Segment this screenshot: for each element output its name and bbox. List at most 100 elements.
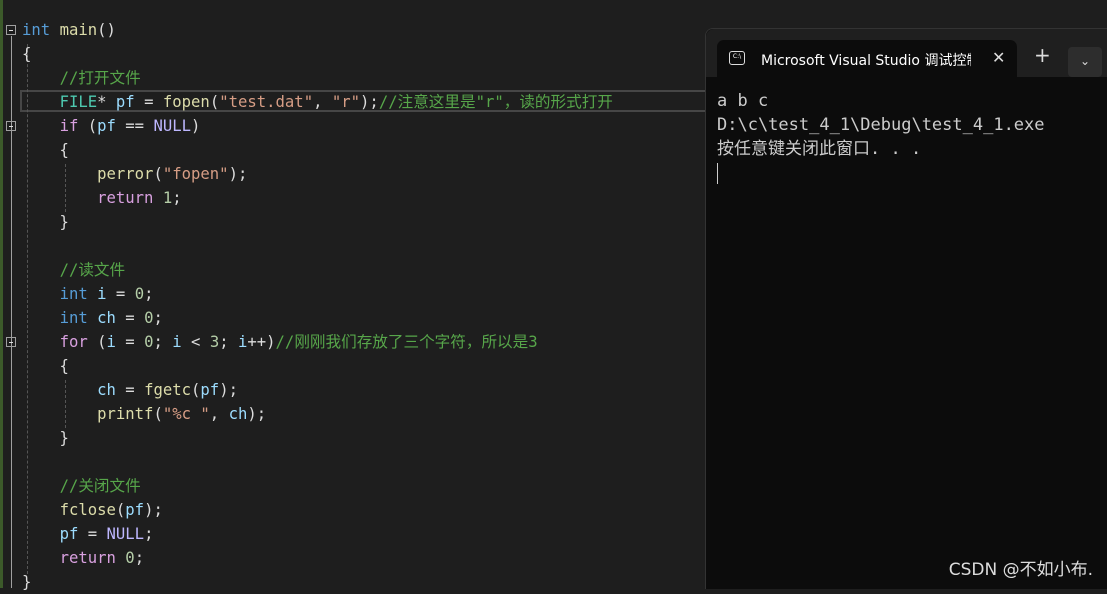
console-tab[interactable]: C:\ Microsoft Visual Studio 调试控制台 ✕	[717, 40, 1017, 77]
code-token: "fopen"	[162, 165, 229, 183]
code-line: pf = NULL;	[22, 522, 154, 546]
text-cursor	[717, 163, 718, 184]
code-token: "r"	[331, 93, 361, 111]
code-token: NULL	[106, 525, 145, 543]
code-token: 0	[125, 549, 135, 567]
code-token: ch	[97, 381, 116, 399]
code-token: =	[78, 525, 107, 543]
tab-bar: C:\ Microsoft Visual Studio 调试控制台 ✕ + ⌄	[706, 29, 1107, 77]
code-line: for (i = 0; i < 3; i++)//刚刚我们存放了三个字符，所以是…	[22, 330, 538, 354]
code-line: }	[22, 570, 31, 594]
debug-console-window[interactable]: C:\ Microsoft Visual Studio 调试控制台 ✕ + ⌄ …	[705, 28, 1107, 589]
output-line: D:\c\test_4_1\Debug\test_4_1.exe	[717, 115, 1045, 135]
code-line: return 0;	[22, 546, 145, 570]
code-token: }	[22, 429, 69, 447]
code-token: ;	[134, 549, 145, 567]
code-token: (	[209, 93, 220, 111]
code-line: //关闭文件	[22, 474, 141, 498]
code-line: printf("%c ", ch);	[22, 402, 266, 426]
code-line: FILE* pf = fopen("test.dat", "r");//注意这里…	[22, 90, 613, 114]
code-token: <	[181, 333, 210, 351]
code-line: if (pf == NULL)	[22, 114, 201, 138]
code-token: {	[22, 45, 32, 63]
code-token: {	[22, 357, 69, 375]
code-token: (	[191, 381, 201, 399]
code-line: fclose(pf);	[22, 498, 163, 522]
code-token: //关闭文件	[59, 477, 141, 495]
code-token: if	[59, 117, 79, 135]
code-token: (	[153, 405, 163, 423]
code-token: );	[219, 381, 238, 399]
code-token: pf	[115, 93, 135, 111]
code-token: int	[22, 21, 51, 39]
code-token: return	[97, 189, 154, 207]
code-token: //打开文件	[59, 69, 141, 87]
code-token: ;	[219, 333, 238, 351]
fold-toggle-if[interactable]	[6, 121, 16, 131]
code-token: 1	[162, 189, 173, 207]
code-token: );	[247, 405, 267, 423]
code-line: {	[22, 138, 69, 162]
code-line: ch = fgetc(pf);	[22, 378, 238, 402]
code-token: //刚刚我们存放了三个字符，所以是3	[275, 333, 538, 351]
code-token: 0	[134, 285, 145, 303]
code-line: }	[22, 426, 69, 450]
code-token: ;	[172, 189, 182, 207]
console-icon: C:\	[729, 51, 745, 65]
code-token: (	[153, 165, 163, 183]
code-token: (	[78, 117, 98, 135]
code-token: ,	[313, 93, 332, 111]
code-token: =	[115, 309, 145, 327]
code-token: fgetc	[144, 381, 192, 399]
code-token: //注意这里是"r"，读的形式打开	[378, 93, 613, 111]
code-token: for	[59, 333, 88, 351]
code-token: int	[59, 285, 88, 303]
dropdown-button[interactable]: ⌄	[1068, 47, 1102, 77]
new-tab-button[interactable]: +	[1034, 43, 1051, 67]
code-editor[interactable]: int main(){ //打开文件 FILE* pf = fopen("tes…	[0, 0, 710, 591]
code-token: "test.dat"	[219, 93, 314, 111]
fold-toggle-main[interactable]	[6, 25, 16, 35]
close-icon[interactable]: ✕	[992, 48, 1005, 67]
code-token: main	[59, 21, 98, 39]
output-line: 按任意键关闭此窗口. . .	[717, 139, 922, 159]
code-line: int ch = 0;	[22, 306, 163, 330]
code-token: =	[115, 381, 145, 399]
code-token: );	[144, 501, 163, 519]
code-token: i	[172, 333, 182, 351]
output-line: a b c	[717, 91, 769, 111]
code-token: ,	[209, 405, 229, 423]
code-token: (	[115, 501, 126, 519]
watermark: CSDN @不如小布.	[948, 560, 1093, 580]
code-line: //打开文件	[22, 66, 141, 90]
code-line: perror("fopen");	[22, 162, 247, 186]
code-token: ;	[144, 285, 154, 303]
code-line: }	[22, 210, 69, 234]
code-token: ;	[153, 333, 173, 351]
code-token: ;	[144, 525, 154, 543]
code-token: fclose	[59, 501, 116, 519]
code-token: =	[134, 93, 163, 111]
code-token: ==	[115, 117, 154, 135]
code-token: 3	[209, 333, 220, 351]
code-token: );	[360, 93, 379, 111]
code-token: );	[228, 165, 248, 183]
code-token: i	[97, 285, 107, 303]
code-token: pf	[200, 381, 220, 399]
fold-toggle-for[interactable]	[6, 337, 16, 347]
code-token: ++)	[247, 333, 276, 351]
